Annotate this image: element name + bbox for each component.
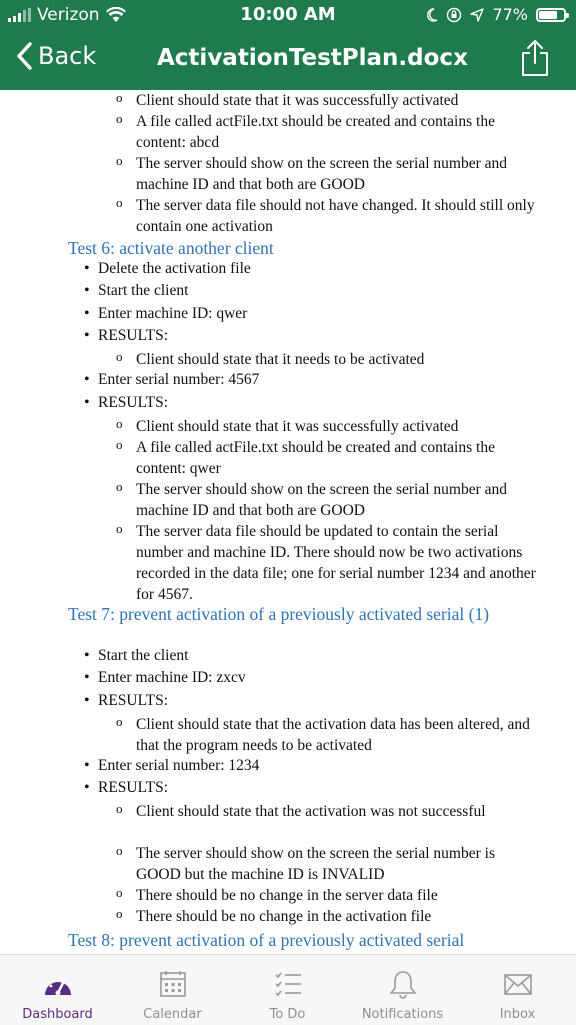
- tab-bar: Dashboard Calendar To Do Notifications I…: [0, 954, 576, 1025]
- orientation-lock-icon: [447, 7, 462, 22]
- tab-label: Calendar: [143, 1007, 202, 1022]
- battery-percent: 77%: [492, 5, 528, 24]
- tab-notifications[interactable]: Notifications: [345, 955, 460, 1025]
- tab-label: To Do: [269, 1007, 306, 1022]
- todo-list-icon: [275, 972, 301, 997]
- bell-icon: [390, 971, 416, 999]
- dashboard-icon: [45, 978, 71, 996]
- tab-label: Inbox: [499, 1007, 536, 1022]
- back-button[interactable]: Back: [16, 42, 96, 70]
- document-title: ActivationTestPlan.docx: [157, 45, 468, 71]
- moon-icon: [427, 7, 438, 22]
- tab-label: Notifications: [361, 1007, 444, 1022]
- location-icon: [470, 7, 485, 22]
- test7-heading: Test 7: prevent activation of a previous…: [68, 604, 490, 624]
- chevron-left-icon: [17, 42, 32, 70]
- tab-inbox[interactable]: Inbox: [460, 955, 575, 1025]
- document-viewer[interactable]: o Client should state that it was success…: [0, 90, 576, 954]
- share-icon[interactable]: [520, 39, 550, 77]
- test6-heading: Test 6: activate another client: [68, 238, 274, 258]
- battery-icon: [536, 7, 569, 22]
- calendar-icon: [160, 971, 186, 997]
- navigation-bar: Back ActivationTestPlan.docx: [0, 30, 576, 90]
- envelope-icon: [504, 974, 532, 995]
- back-label: Back: [38, 42, 97, 70]
- test8-heading: Test 8: prevent activation of a previous…: [68, 930, 465, 950]
- status-right: 77%: [426, 5, 569, 24]
- tab-label: Dashboard: [22, 1007, 93, 1022]
- status-bar: Verizon 10:00 AM 77%: [0, 0, 576, 30]
- tab-dashboard[interactable]: Dashboard: [0, 955, 115, 1025]
- tab-todo[interactable]: To Do: [230, 955, 345, 1025]
- tab-calendar[interactable]: Calendar: [115, 955, 230, 1025]
